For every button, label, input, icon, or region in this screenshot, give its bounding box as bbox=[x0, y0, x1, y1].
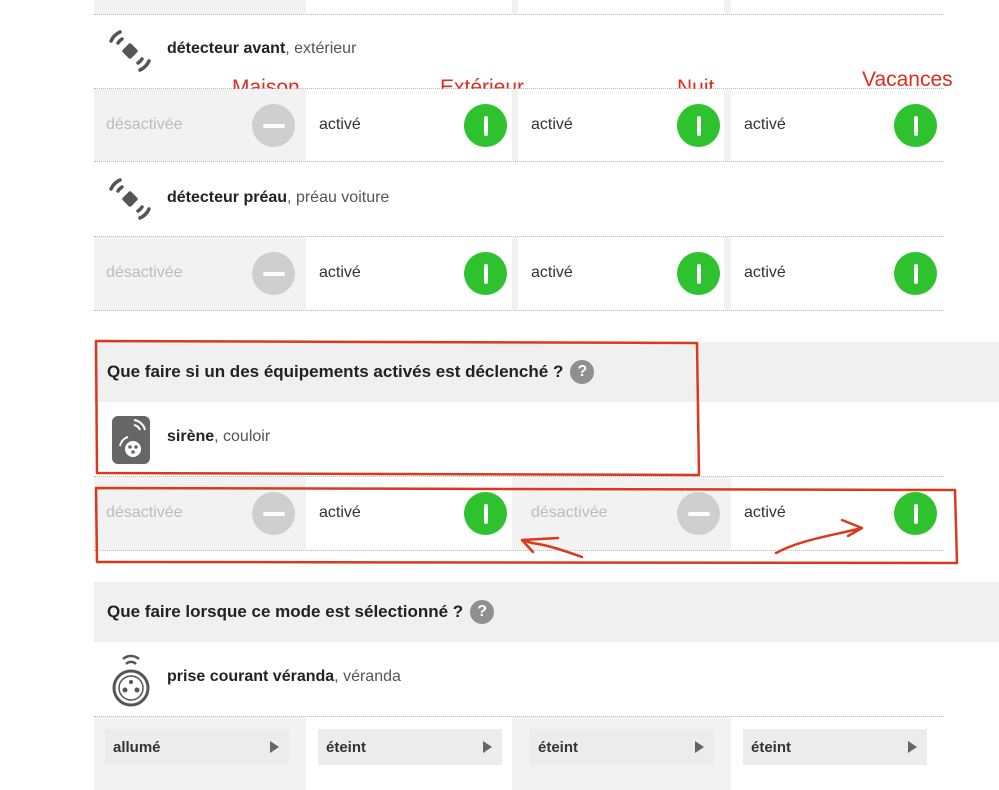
annotation-overlay bbox=[94, 339, 959, 565]
